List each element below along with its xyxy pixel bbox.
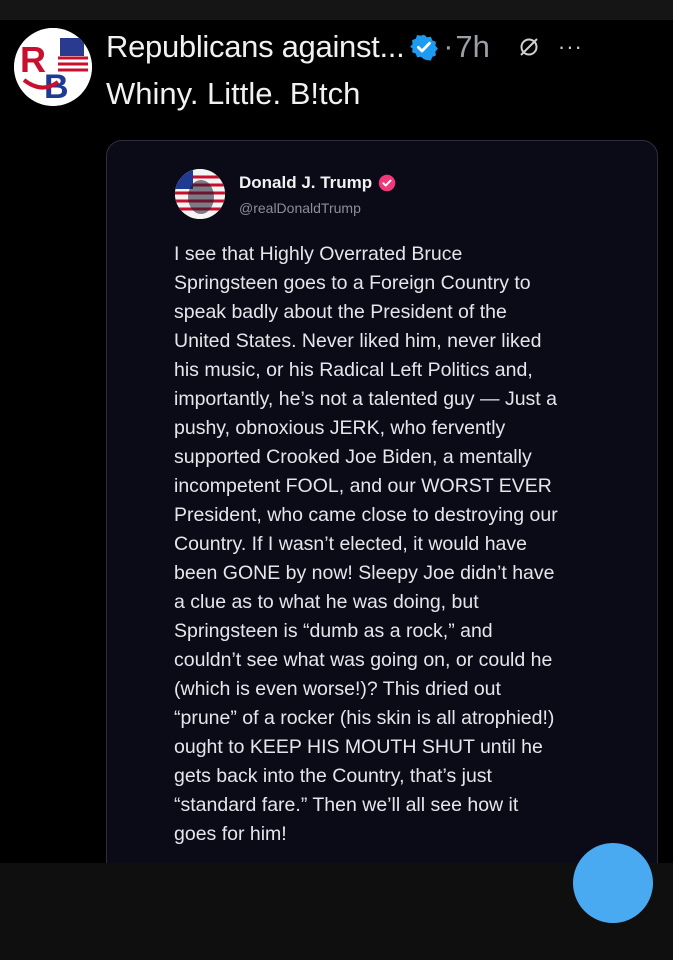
quoted-text-line: Springsteen goes to a Foreign Country to [174, 272, 531, 294]
quoted-text-line: United States. Never liked him, never li… [174, 330, 542, 352]
author-name[interactable]: Republicans against... [106, 29, 405, 65]
quoted-post-text: I see that Highly Overrated Bruce Springs… [174, 240, 634, 849]
bottom-navigation-bar [0, 863, 673, 960]
quoted-name-row: Donald J. Trump [239, 173, 396, 193]
quoted-text-line: gets back into the Country, that’s just [174, 765, 492, 787]
quoted-text-line: (which is even worse!)? This dried out [174, 678, 501, 700]
quoted-text-line: I see that Highly Overrated Bruce [174, 243, 463, 265]
more-options-icon[interactable]: ··· [558, 34, 583, 60]
post-header: Republicans against... · 7h ··· [106, 27, 666, 67]
quoted-text-line: a clue as to what he was doing, but [174, 591, 479, 613]
quoted-text-line: couldn’t see what was going on, or could… [174, 649, 553, 671]
author-avatar[interactable]: R B [14, 28, 92, 106]
compose-icon[interactable] [573, 843, 653, 923]
svg-text:R: R [20, 39, 46, 80]
verified-badge-icon [410, 33, 439, 61]
quoted-author-name[interactable]: Donald J. Trump [239, 173, 372, 193]
quoted-text-line: incompetent FOOL, and our WORST EVER [174, 475, 552, 497]
timestamp[interactable]: 7h [455, 29, 489, 65]
quoted-post-card[interactable]: Donald J. Trump @realDonaldTrump I see t… [106, 140, 658, 882]
quoted-author-handle[interactable]: @realDonaldTrump [239, 200, 361, 216]
quoted-text-line: importantly, he’s not a talented guy — J… [174, 388, 557, 410]
quoted-text-line: supported Crooked Joe Biden, a mentally [174, 446, 532, 468]
post-text: Whiny. Little. B!tch [106, 76, 361, 111]
quoted-text-line: been GONE by now! Sleepy Joe didn’t have [174, 562, 555, 584]
quoted-text-line: speak badly about the President of the [174, 301, 507, 323]
verified-badge-icon [378, 174, 396, 192]
quoted-text-line: “prune” of a rocker (his skin is all atr… [174, 707, 555, 729]
quoted-text-line: Springsteen is “dumb as a rock,” and [174, 620, 493, 642]
quoted-text-line: his music, or his Radical Left Politics … [174, 359, 533, 381]
grok-slash-icon[interactable] [518, 36, 540, 58]
status-bar [0, 0, 673, 20]
quoted-author-avatar[interactable] [175, 169, 225, 219]
quoted-text-line: Country. If I wasn’t elected, it would h… [174, 533, 527, 555]
quoted-text-line: President, who came close to destroying … [174, 504, 558, 526]
quoted-text-line: ought to KEEP HIS MOUTH SHUT until he [174, 736, 543, 758]
quoted-text-line: pushy, obnoxious JERK, who fervently [174, 417, 506, 439]
quoted-text-line: goes for him! [174, 823, 287, 845]
quoted-text-line: “standard fare.” Then we’ll all see how … [174, 794, 519, 816]
separator-dot: · [443, 30, 454, 63]
